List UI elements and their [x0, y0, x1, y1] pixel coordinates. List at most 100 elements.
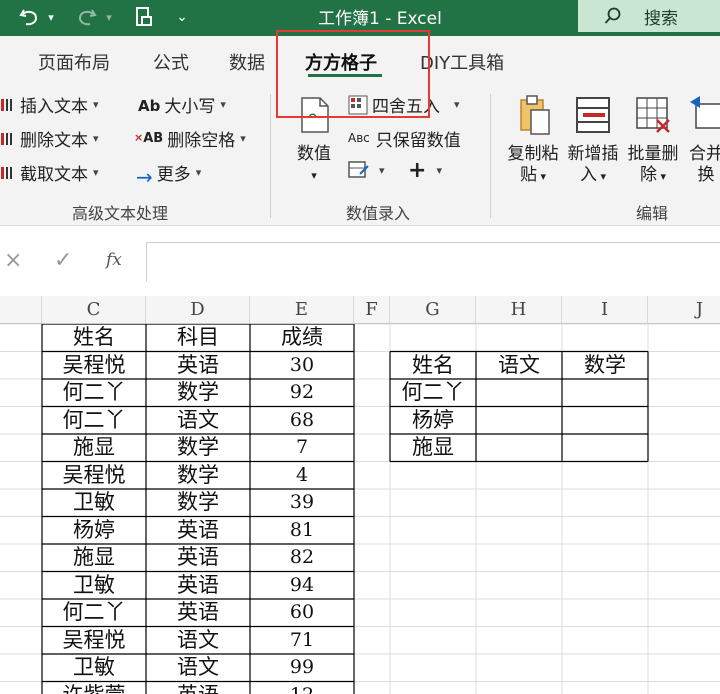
- column-header-h[interactable]: H: [476, 296, 562, 324]
- column-header-b[interactable]: [0, 296, 42, 324]
- customize-toolbar-icon[interactable]: ⌄: [172, 3, 192, 31]
- tab-data[interactable]: 数据: [229, 49, 265, 75]
- table1-header-cell[interactable]: 成绩: [250, 324, 354, 352]
- name-cell[interactable]: 卫敏: [42, 489, 146, 517]
- subject-cell[interactable]: 语文: [146, 627, 250, 655]
- name-cell[interactable]: 何二丫: [42, 599, 146, 627]
- subject-cell[interactable]: 英语: [146, 352, 250, 380]
- score-cell[interactable]: 68: [250, 407, 354, 435]
- column-header-i[interactable]: I: [562, 296, 648, 324]
- batch-delete-button[interactable]: 批量删 除 ▾: [624, 94, 682, 187]
- worksheet-grid[interactable]: C D E F G H I J 姓名 科目 成绩 吴程悦 英语 30 何二丫 数学 92 何二丫语…: [0, 296, 720, 694]
- column-header-d[interactable]: D: [146, 296, 250, 324]
- score-cell[interactable]: 60: [250, 599, 354, 627]
- redo-dropdown-icon[interactable]: ▾: [102, 3, 116, 31]
- table1-header-cell[interactable]: 科目: [146, 324, 250, 352]
- name-cell[interactable]: 施显: [42, 434, 146, 462]
- form-button[interactable]: ▾: [348, 160, 385, 180]
- subject-cell[interactable]: 语文: [146, 407, 250, 435]
- copy-paste-label-2: 贴: [519, 165, 537, 185]
- score-cell[interactable]: 99: [250, 654, 354, 682]
- keep-values-button[interactable]: Aʙc 只保留数值: [348, 126, 461, 152]
- remove-spaces-icon: ×AB: [134, 130, 164, 146]
- score-cell[interactable]: 12: [250, 682, 354, 694]
- tab-diy-toolbox[interactable]: DIY工具箱: [420, 49, 504, 75]
- extract-text-button[interactable]: 截取文本 ▾: [0, 160, 99, 185]
- delete-text-icon: [1, 132, 12, 145]
- name-cell[interactable]: 何二丫: [390, 379, 476, 407]
- print-preview-icon[interactable]: [130, 3, 158, 31]
- value-button[interactable]: 数值 ▾: [290, 94, 338, 186]
- name-cell[interactable]: 卫敏: [42, 572, 146, 600]
- name-cell[interactable]: 何二丫: [42, 407, 146, 435]
- name-cell[interactable]: 施显: [390, 434, 476, 462]
- score-input-cell[interactable]: [562, 434, 648, 462]
- remove-spaces-button[interactable]: ×AB 删除空格 ▾: [134, 126, 246, 152]
- score-cell[interactable]: 30: [250, 352, 354, 380]
- enter-icon[interactable]: ✓: [54, 248, 72, 273]
- subject-cell[interactable]: 英语: [146, 517, 250, 545]
- score-cell[interactable]: 94: [250, 572, 354, 600]
- subject-cell[interactable]: 英语: [146, 599, 250, 627]
- name-cell[interactable]: 卫敏: [42, 654, 146, 682]
- score-input-cell[interactable]: [476, 434, 562, 462]
- round-button[interactable]: 四舍五入 ▾: [348, 92, 460, 117]
- cancel-icon[interactable]: ×: [4, 248, 22, 273]
- plus-button[interactable]: + ▾: [408, 158, 442, 183]
- tab-page-layout[interactable]: 页面布局: [38, 49, 110, 75]
- column-header-c[interactable]: C: [42, 296, 146, 324]
- score-input-cell[interactable]: [562, 379, 648, 407]
- more-button[interactable]: → 更多 ▾: [136, 160, 201, 189]
- tab-fangfang-gezi[interactable]: 方方格子: [305, 49, 377, 75]
- table2-header-cell[interactable]: 姓名: [390, 352, 476, 380]
- score-cell[interactable]: 82: [250, 544, 354, 572]
- delete-text-button[interactable]: 删除文本 ▾: [0, 126, 99, 151]
- subject-cell[interactable]: 数学: [146, 462, 250, 490]
- tab-formulas[interactable]: 公式: [153, 49, 189, 75]
- copy-paste-button[interactable]: 复制粘 贴 ▾: [504, 94, 562, 187]
- formula-input[interactable]: [146, 242, 720, 282]
- merge-button[interactable]: 合并 换: [684, 94, 720, 186]
- subject-cell[interactable]: 数学: [146, 379, 250, 407]
- undo-dropdown-icon[interactable]: ▾: [44, 3, 58, 31]
- subject-cell[interactable]: 英语: [146, 572, 250, 600]
- insert-new-button[interactable]: 新增插 入 ▾: [564, 94, 622, 187]
- score-cell[interactable]: 71: [250, 627, 354, 655]
- redo-icon[interactable]: [72, 3, 102, 31]
- score-input-cell[interactable]: [562, 407, 648, 435]
- name-cell[interactable]: 吴程悦: [42, 352, 146, 380]
- name-cell[interactable]: 吴程悦: [42, 627, 146, 655]
- name-cell[interactable]: 杨婷: [390, 407, 476, 435]
- score-cell[interactable]: 81: [250, 517, 354, 545]
- score-input-cell[interactable]: [476, 407, 562, 435]
- round-icon: [348, 95, 368, 114]
- insert-function-icon[interactable]: fx: [106, 250, 122, 270]
- subject-cell[interactable]: 英语: [146, 682, 250, 694]
- table1-header-cell[interactable]: 姓名: [42, 324, 146, 352]
- name-cell[interactable]: 施显: [42, 544, 146, 572]
- score-input-cell[interactable]: [476, 379, 562, 407]
- undo-icon[interactable]: [14, 3, 44, 31]
- subject-cell[interactable]: 英语: [146, 544, 250, 572]
- score-cell[interactable]: 92: [250, 379, 354, 407]
- subject-cell[interactable]: 数学: [146, 434, 250, 462]
- column-header-f[interactable]: F: [354, 296, 390, 324]
- name-cell[interactable]: 杨婷: [42, 517, 146, 545]
- column-header-j[interactable]: J: [648, 296, 720, 324]
- column-header-g[interactable]: G: [390, 296, 476, 324]
- name-cell[interactable]: 何二丫: [42, 379, 146, 407]
- insert-text-button[interactable]: 插入文本 ▾: [0, 92, 99, 117]
- case-button[interactable]: Ab 大小写 ▾: [138, 92, 226, 118]
- name-cell[interactable]: 许紫萱: [42, 682, 146, 694]
- table2-header-cell[interactable]: 数学: [562, 352, 648, 380]
- table2-header-cell[interactable]: 语文: [476, 352, 562, 380]
- score-cell[interactable]: 7: [250, 434, 354, 462]
- subject-cell[interactable]: 数学: [146, 489, 250, 517]
- subject-cell[interactable]: 语文: [146, 654, 250, 682]
- score-cell[interactable]: 4: [250, 462, 354, 490]
- name-cell[interactable]: 吴程悦: [42, 462, 146, 490]
- score-cell[interactable]: 39: [250, 489, 354, 517]
- column-header-e[interactable]: E: [250, 296, 354, 324]
- plus-icon: +: [408, 158, 427, 183]
- search-box[interactable]: 搜索: [578, 0, 720, 32]
